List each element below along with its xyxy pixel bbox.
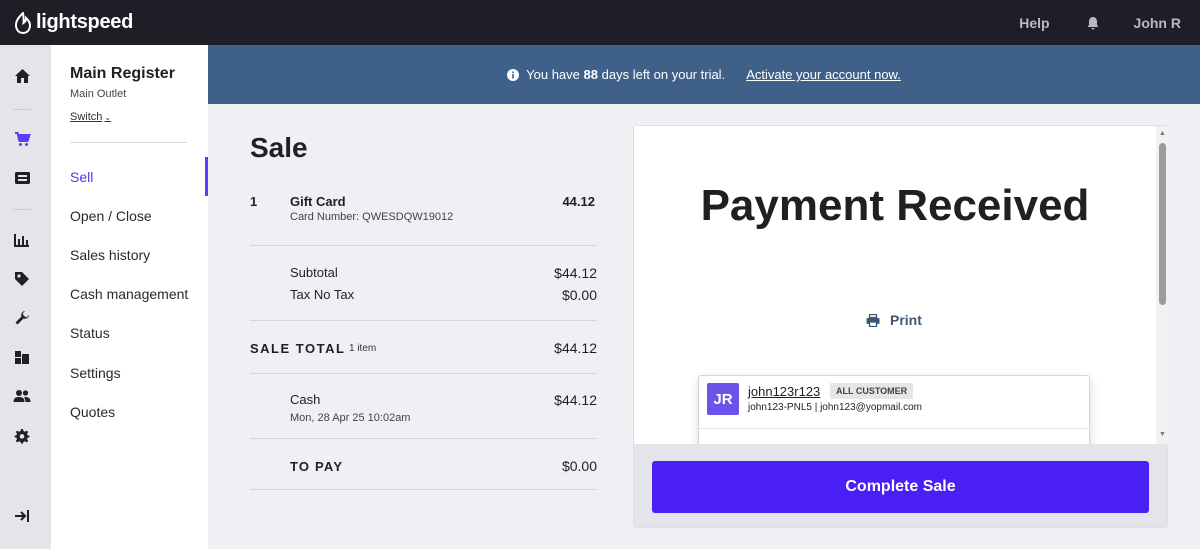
switch-label: Switch — [70, 111, 103, 123]
customers-icon[interactable] — [0, 382, 44, 410]
payment-date: Mon, 28 Apr 25 10:02am — [290, 412, 411, 424]
home-icon[interactable] — [0, 62, 44, 90]
line-item-qty: 1 — [250, 194, 258, 209]
payment-received-title: Payment Received — [700, 181, 1090, 230]
tax-value: $0.00 — [561, 287, 597, 303]
complete-sale-button[interactable]: Complete Sale — [652, 461, 1149, 513]
bell-icon[interactable] — [1086, 16, 1100, 30]
subtotal-label: Subtotal — [290, 265, 338, 280]
avatar: JR — [707, 383, 739, 415]
sale-total-label: SALE TOTAL — [250, 341, 346, 356]
scroll-up-icon[interactable]: ▲ — [1159, 130, 1166, 137]
line-item-price: 44.12 — [562, 194, 595, 209]
to-pay-value: $0.00 — [561, 458, 597, 474]
inventory-icon[interactable] — [0, 343, 44, 371]
top-bar: lightspeed Help John R — [0, 0, 1200, 45]
receipt-area: Payment Received Print JR john123r123 AL… — [634, 126, 1156, 444]
customer-card[interactable]: JR john123r123 ALL CUSTOMER john123-PNL5… — [698, 375, 1090, 444]
logo-text: lightspeed — [36, 11, 134, 33]
tax-label: Tax No Tax — [290, 287, 355, 302]
wrench-icon[interactable] — [0, 304, 44, 332]
nav-item-status[interactable]: Status — [70, 325, 110, 341]
activate-account-link[interactable]: Activate your account now. — [746, 67, 901, 82]
nav-item-quotes[interactable]: Quotes — [70, 404, 115, 420]
nav-item-sell[interactable]: Sell — [70, 169, 93, 185]
switch-register-link[interactable]: Switch ⌄ — [70, 111, 111, 123]
nav-divider — [70, 142, 187, 143]
sale-divider — [250, 245, 597, 246]
user-menu[interactable]: John R — [1134, 15, 1181, 31]
settings-gear-icon[interactable] — [0, 422, 44, 450]
chevron-down-icon: ⌄ — [104, 113, 112, 122]
cart-icon[interactable] — [0, 125, 44, 153]
lightspeed-logo[interactable]: lightspeed — [14, 11, 133, 34]
sale-total-value: $44.12 — [554, 340, 597, 356]
tag-icon[interactable] — [0, 265, 44, 293]
help-link[interactable]: Help — [1019, 15, 1049, 31]
line-item-name[interactable]: Gift Card — [290, 194, 346, 209]
payment-method: Cash — [290, 392, 321, 407]
customer-detail: john123-PNL5 | john123@yopmail.com — [748, 402, 922, 413]
payment-value: $44.12 — [554, 392, 597, 408]
expand-sidebar-icon[interactable] — [0, 502, 44, 530]
scrollbar-thumb[interactable] — [1159, 143, 1166, 305]
info-icon — [507, 68, 520, 81]
sale-divider — [250, 320, 597, 321]
rail-divider — [13, 109, 31, 110]
sale-divider — [250, 438, 597, 439]
register-outlet: Main Outlet — [70, 88, 127, 100]
nav-item-sales-history[interactable]: Sales history — [70, 247, 150, 263]
print-button[interactable]: Print — [866, 312, 922, 328]
sale-title: Sale — [250, 132, 308, 163]
printer-icon — [866, 313, 880, 327]
trial-suffix: days left on your trial. — [601, 67, 726, 82]
to-pay-label: TO PAY — [290, 459, 344, 474]
subtotal-value: $44.12 — [554, 265, 597, 281]
reports-icon[interactable] — [0, 226, 44, 254]
customer-group-badge: ALL CUSTOMER — [830, 383, 914, 399]
sale-total-count: 1 item — [349, 343, 377, 354]
active-indicator — [205, 157, 208, 196]
nav-item-open-close[interactable]: Open / Close — [70, 208, 152, 224]
icon-rail — [0, 45, 51, 549]
payment-card: Payment Received Print JR john123r123 AL… — [633, 125, 1168, 528]
sale-divider — [250, 373, 597, 374]
nav-item-cash-management[interactable]: Cash management — [70, 286, 188, 302]
trial-prefix: You have — [526, 67, 580, 82]
scroll-down-icon[interactable]: ▼ — [1159, 431, 1166, 438]
trial-banner: You have 88 days left on your trial. Act… — [208, 45, 1200, 104]
nav-item-settings[interactable]: Settings — [70, 365, 121, 381]
register-icon[interactable] — [0, 164, 44, 192]
scrollbar[interactable]: ▲ ▼ — [1156, 126, 1168, 444]
print-label: Print — [890, 312, 922, 328]
customer-name-link[interactable]: john123r123 — [748, 384, 820, 399]
register-nav: Main Register Main Outlet Switch ⌄ Sell O… — [51, 45, 208, 549]
sale-divider — [250, 489, 597, 490]
trial-days: 88 — [583, 67, 598, 82]
register-title: Main Register — [70, 65, 175, 82]
line-item-detail: Card Number: QWESDQW19012 — [290, 211, 454, 223]
flame-icon — [14, 11, 32, 34]
customer-divider — [699, 428, 1089, 429]
rail-divider — [13, 209, 31, 210]
